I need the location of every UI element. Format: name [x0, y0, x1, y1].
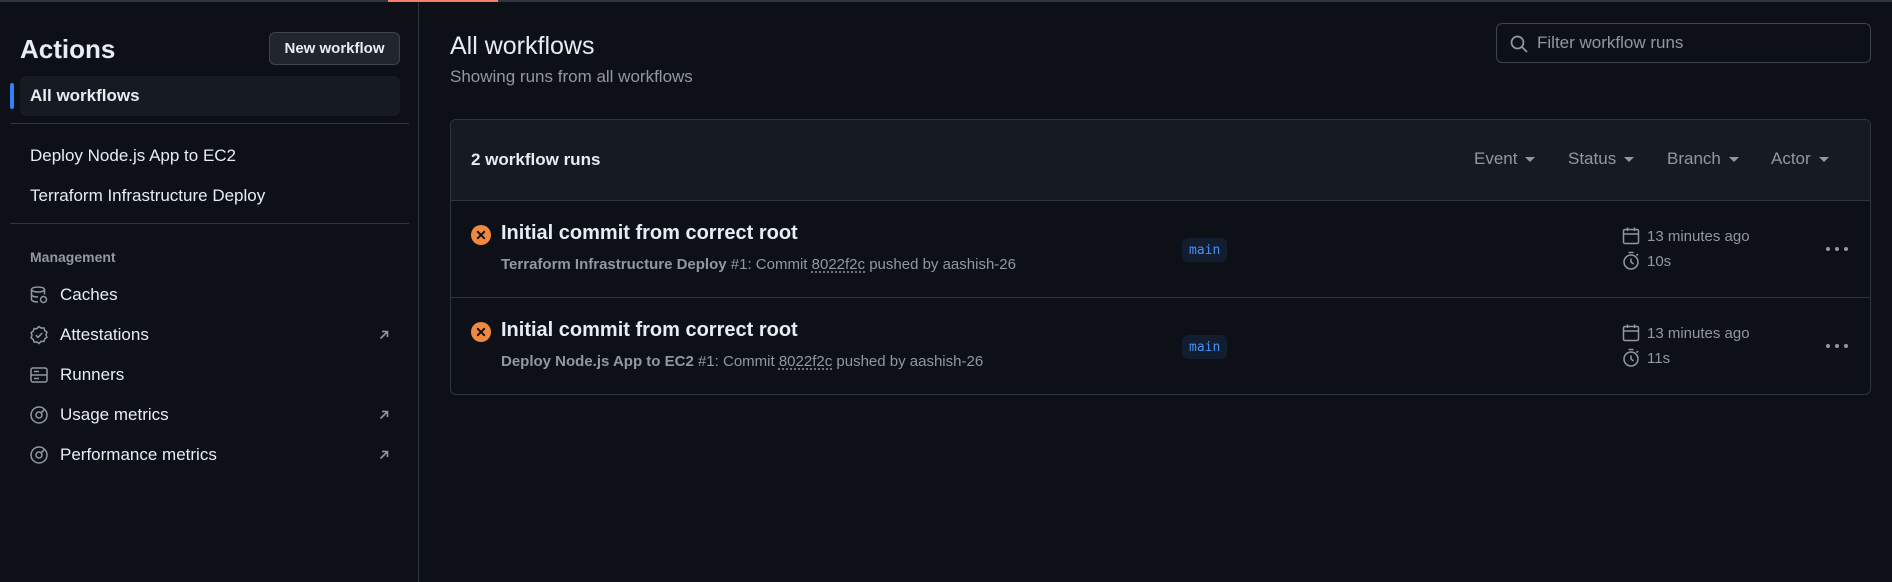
run-duration: 11s [1621, 348, 1670, 368]
meter-icon [28, 404, 50, 426]
pushed-by: pushed by aashish-26 [832, 353, 984, 370]
runs-list-header: 2 workflow runs Event Status Branch Acto… [451, 120, 1870, 201]
page-subtitle: Showing runs from all workflows [450, 67, 693, 86]
run-title-link[interactable]: Initial commit from correct root [501, 222, 798, 245]
sidebar-item-label: Caches [60, 285, 118, 304]
branch-label[interactable]: main [1182, 238, 1228, 262]
sidebar: Actions New workflow All workflows Deplo… [0, 2, 419, 582]
sidebar-item-workflow[interactable]: Deploy Node.js App to EC2 [30, 146, 236, 166]
commit-sha-link[interactable]: 8022f2c [779, 353, 832, 370]
run-meta: Deploy Node.js App to EC2 #1: Commit 802… [501, 353, 983, 370]
table-row[interactable]: Initial commit from correct root Deploy … [451, 298, 1870, 394]
sidebar-item-label: Attestations [60, 325, 149, 344]
sidebar-title: Actions [20, 34, 116, 64]
failure-status-icon [471, 322, 491, 342]
external-link-icon [379, 450, 389, 460]
time-ago: 13 minutes ago [1647, 324, 1750, 342]
filter-label: Event [1474, 149, 1518, 168]
kebab-menu-icon[interactable] [1823, 237, 1851, 261]
run-number: #1 [697, 353, 715, 370]
sidebar-item-usage-metrics[interactable]: Usage metrics [28, 400, 392, 430]
pushed-by: pushed by aashish-26 [865, 256, 1016, 273]
chevron-down-icon [1728, 156, 1739, 162]
run-workflow-name: Deploy Node.js App to EC2 [501, 353, 694, 370]
failure-status-icon [471, 225, 491, 245]
sidebar-item-attestations[interactable]: Attestations [28, 320, 392, 350]
sidebar-item-label: All workflows [30, 86, 140, 105]
sidebar-item-label: Usage metrics [60, 405, 169, 424]
branch-label[interactable]: main [1182, 335, 1228, 359]
sidebar-item-caches[interactable]: Caches [28, 280, 392, 310]
external-link-icon [379, 410, 389, 420]
chevron-down-icon [1624, 156, 1635, 162]
kebab-menu-icon[interactable] [1823, 334, 1851, 358]
chevron-down-icon [1525, 156, 1536, 162]
external-link-icon [379, 330, 389, 340]
commit-sha-link[interactable]: 8022f2c [812, 256, 865, 273]
sidebar-item-performance-metrics[interactable]: Performance metrics [28, 440, 392, 470]
run-duration: 10s [1621, 251, 1671, 271]
status-filter-dropdown[interactable]: Status [1568, 149, 1635, 169]
sidebar-item-runners[interactable]: Runners [28, 360, 392, 390]
sidebar-divider [10, 123, 409, 124]
runs-count: 2 workflow runs [471, 150, 601, 169]
sidebar-item-workflow[interactable]: Terraform Infrastructure Deploy [30, 186, 265, 206]
time-ago: 13 minutes ago [1647, 227, 1750, 245]
sidebar-header: Actions New workflow [20, 32, 400, 68]
page-title: All workflows [450, 32, 595, 60]
commit-prefix: : Commit [747, 256, 812, 273]
database-icon [28, 284, 50, 306]
search-icon [1510, 35, 1528, 53]
sidebar-item-label: Runners [60, 365, 125, 384]
management-section-label: Management [30, 249, 116, 265]
run-number: #1 [730, 256, 748, 273]
stopwatch-icon [1623, 348, 1639, 367]
event-filter-dropdown[interactable]: Event [1474, 149, 1536, 169]
actor-filter-dropdown[interactable]: Actor [1771, 149, 1829, 169]
meter-icon [28, 444, 50, 466]
run-meta: Terraform Infrastructure Deploy #1: Comm… [501, 256, 1016, 273]
run-workflow-name: Terraform Infrastructure Deploy [501, 256, 727, 273]
stopwatch-icon [1623, 251, 1639, 270]
commit-prefix: : Commit [714, 353, 779, 370]
workflow-runs-list: 2 workflow runs Event Status Branch Acto… [450, 119, 1871, 395]
filter-label: Branch [1667, 149, 1721, 168]
table-row[interactable]: Initial commit from correct root Terrafo… [451, 201, 1870, 298]
active-indicator [10, 83, 14, 109]
duration: 11s [1647, 349, 1671, 367]
duration: 10s [1647, 252, 1672, 270]
server-icon [28, 364, 50, 386]
chevron-down-icon [1818, 156, 1829, 162]
sidebar-item-all-workflows[interactable]: All workflows [10, 76, 400, 116]
search-input[interactable] [1537, 33, 1857, 53]
run-title-link[interactable]: Initial commit from correct root [501, 319, 798, 342]
sidebar-divider [10, 223, 409, 224]
calendar-icon [1622, 324, 1640, 342]
filter-label: Status [1568, 149, 1617, 168]
run-time: 13 minutes ago [1621, 323, 1750, 343]
calendar-icon [1622, 227, 1640, 245]
branch-filter-dropdown[interactable]: Branch [1667, 149, 1739, 169]
verified-icon [28, 324, 50, 346]
run-time: 13 minutes ago [1621, 226, 1750, 246]
sidebar-item-label: Performance metrics [60, 445, 217, 464]
new-workflow-button[interactable]: New workflow [269, 32, 400, 65]
filter-workflow-runs[interactable] [1496, 23, 1871, 63]
filter-label: Actor [1771, 149, 1811, 168]
